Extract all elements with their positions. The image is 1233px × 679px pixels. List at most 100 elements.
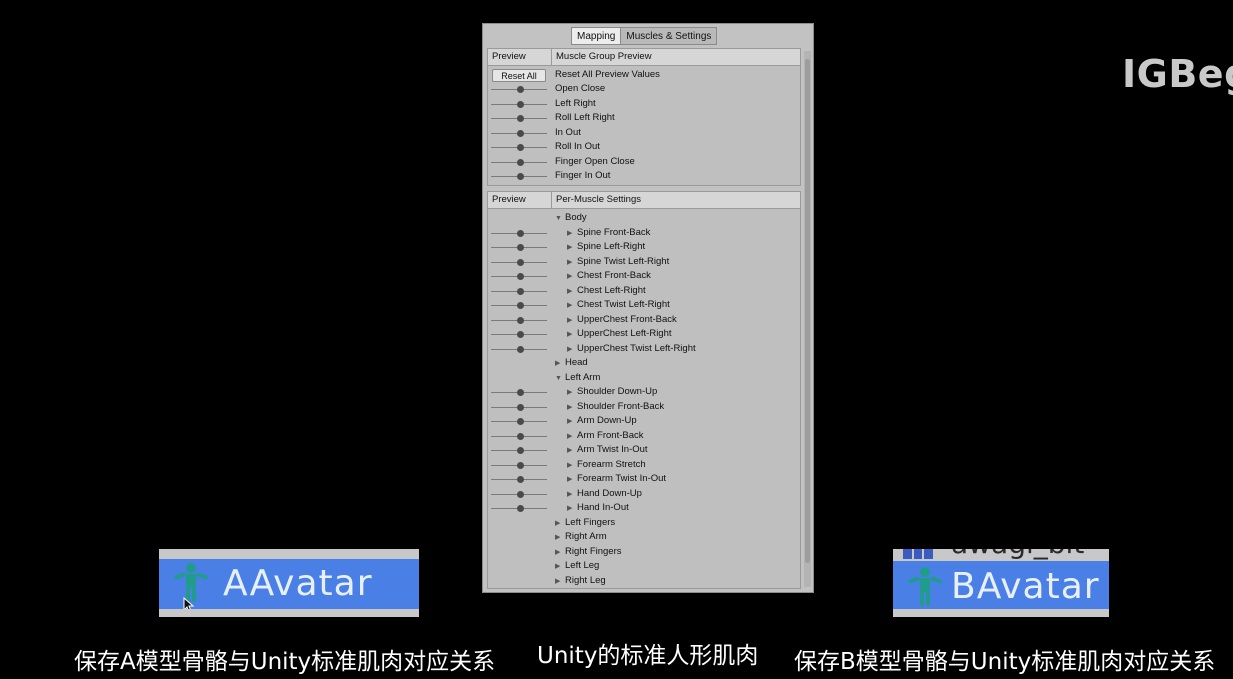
preview-slider[interactable] bbox=[491, 432, 547, 440]
tab-mapping[interactable]: Mapping bbox=[571, 27, 622, 45]
collapsed-arrow-icon[interactable]: ▶ bbox=[555, 357, 565, 371]
muscle-row[interactable]: ▶ Forearm Stretch bbox=[488, 458, 800, 472]
muscle-category-row[interactable]: ▶ Head bbox=[488, 356, 800, 370]
collapsed-arrow-icon[interactable]: ▶ bbox=[567, 459, 577, 473]
expanded-arrow-icon[interactable]: ▼ bbox=[555, 212, 565, 226]
collapsed-arrow-icon[interactable]: ▶ bbox=[567, 473, 577, 487]
preview-slider[interactable] bbox=[491, 389, 547, 396]
preview-slider[interactable] bbox=[491, 115, 547, 122]
preview-slider[interactable] bbox=[491, 345, 547, 353]
muscle-row[interactable]: ▶ Spine Front-Back bbox=[488, 226, 800, 240]
collapsed-arrow-icon[interactable]: ▶ bbox=[555, 531, 565, 545]
slider-handle[interactable] bbox=[517, 287, 524, 295]
slider-handle[interactable] bbox=[517, 316, 524, 324]
muscle-row[interactable]: ▶ Hand In-Out bbox=[488, 501, 800, 515]
muscle-category-row[interactable]: ▶ Right Arm bbox=[488, 530, 800, 544]
slider-handle[interactable] bbox=[517, 144, 524, 151]
slider-handle[interactable] bbox=[517, 505, 524, 512]
preview-slider[interactable] bbox=[491, 100, 547, 108]
collapsed-arrow-icon[interactable]: ▶ bbox=[567, 430, 577, 444]
preview-slider[interactable] bbox=[491, 418, 547, 425]
slider-handle[interactable] bbox=[517, 115, 524, 122]
slider-handle[interactable] bbox=[517, 389, 524, 396]
collapsed-arrow-icon[interactable]: ▶ bbox=[555, 560, 565, 574]
slider-handle[interactable] bbox=[517, 273, 524, 280]
avatar-a-asset[interactable]: AAvatar bbox=[159, 549, 419, 617]
collapsed-arrow-icon[interactable]: ▶ bbox=[567, 343, 577, 357]
muscle-row[interactable]: ▶ UpperChest Left-Right bbox=[488, 327, 800, 341]
collapsed-arrow-icon[interactable]: ▶ bbox=[555, 575, 565, 589]
muscle-row[interactable]: ▶ Chest Front-Back bbox=[488, 269, 800, 283]
collapsed-arrow-icon[interactable]: ▶ bbox=[567, 488, 577, 502]
collapsed-arrow-icon[interactable]: ▶ bbox=[567, 256, 577, 270]
slider-handle[interactable] bbox=[517, 447, 524, 454]
preview-slider[interactable] bbox=[491, 316, 547, 324]
muscle-category-row[interactable]: ▶ Left Fingers bbox=[488, 516, 800, 530]
collapsed-arrow-icon[interactable]: ▶ bbox=[567, 285, 577, 299]
avatar-b-asset[interactable]: awagi_bit BAvatar bbox=[893, 549, 1109, 617]
expanded-arrow-icon[interactable]: ▼ bbox=[555, 372, 565, 386]
muscle-category-row[interactable]: ▼ Body bbox=[488, 211, 800, 225]
reset-all-button[interactable]: Reset All bbox=[492, 69, 546, 82]
slider-handle[interactable] bbox=[517, 158, 524, 166]
collapsed-arrow-icon[interactable]: ▶ bbox=[567, 328, 577, 342]
muscle-row[interactable]: ▶ Chest Twist Left-Right bbox=[488, 298, 800, 312]
slider-handle[interactable] bbox=[517, 418, 524, 425]
collapsed-arrow-icon[interactable]: ▶ bbox=[567, 415, 577, 429]
muscle-row[interactable]: ▶ Forearm Twist In-Out bbox=[488, 472, 800, 486]
slider-handle[interactable] bbox=[517, 244, 524, 251]
slider-handle[interactable] bbox=[517, 302, 524, 309]
preview-slider[interactable] bbox=[491, 403, 547, 411]
preview-slider[interactable] bbox=[491, 461, 547, 469]
slider-handle[interactable] bbox=[517, 345, 524, 353]
collapsed-arrow-icon[interactable]: ▶ bbox=[567, 314, 577, 328]
slider-handle[interactable] bbox=[517, 229, 524, 237]
tab-muscles-settings[interactable]: Muscles & Settings bbox=[621, 27, 718, 45]
preview-slider[interactable] bbox=[491, 129, 547, 137]
preview-slider[interactable] bbox=[491, 331, 547, 338]
muscle-row[interactable]: ▶ Shoulder Down-Up bbox=[488, 385, 800, 399]
muscle-row[interactable]: ▶ Spine Twist Left-Right bbox=[488, 255, 800, 269]
muscle-row[interactable]: ▶ UpperChest Twist Left-Right bbox=[488, 342, 800, 356]
preview-slider[interactable] bbox=[491, 158, 547, 166]
slider-handle[interactable] bbox=[517, 86, 524, 93]
preview-slider[interactable] bbox=[491, 447, 547, 454]
preview-slider[interactable] bbox=[491, 505, 547, 512]
collapsed-arrow-icon[interactable]: ▶ bbox=[567, 270, 577, 284]
collapsed-arrow-icon[interactable]: ▶ bbox=[555, 517, 565, 531]
slider-handle[interactable] bbox=[517, 129, 524, 137]
scrollbar-thumb[interactable] bbox=[805, 59, 810, 563]
slider-handle[interactable] bbox=[517, 173, 524, 180]
muscle-category-row[interactable]: ▶ Right Leg bbox=[488, 574, 800, 588]
collapsed-arrow-icon[interactable]: ▶ bbox=[555, 546, 565, 560]
collapsed-arrow-icon[interactable]: ▶ bbox=[567, 444, 577, 458]
slider-handle[interactable] bbox=[517, 432, 524, 440]
preview-slider[interactable] bbox=[491, 229, 547, 237]
slider-handle[interactable] bbox=[517, 490, 524, 498]
collapsed-arrow-icon[interactable]: ▶ bbox=[567, 299, 577, 313]
muscle-row[interactable]: ▶ Spine Left-Right bbox=[488, 240, 800, 254]
preview-slider[interactable] bbox=[491, 287, 547, 295]
muscle-category-row[interactable]: ▶ Left Leg bbox=[488, 559, 800, 573]
slider-handle[interactable] bbox=[517, 100, 524, 108]
preview-slider[interactable] bbox=[491, 490, 547, 498]
muscle-row[interactable]: ▶ Arm Twist In-Out bbox=[488, 443, 800, 457]
muscle-row[interactable]: ▶ Arm Front-Back bbox=[488, 429, 800, 443]
preview-slider[interactable] bbox=[491, 144, 547, 151]
muscle-row[interactable]: ▶ Chest Left-Right bbox=[488, 284, 800, 298]
slider-handle[interactable] bbox=[517, 258, 524, 266]
slider-handle[interactable] bbox=[517, 461, 524, 469]
muscle-row[interactable]: ▶ Arm Down-Up bbox=[488, 414, 800, 428]
slider-handle[interactable] bbox=[517, 476, 524, 483]
preview-slider[interactable] bbox=[491, 302, 547, 309]
preview-slider[interactable] bbox=[491, 476, 547, 483]
preview-slider[interactable] bbox=[491, 86, 547, 93]
muscle-category-row[interactable]: ▼ Left Arm bbox=[488, 371, 800, 385]
preview-slider[interactable] bbox=[491, 244, 547, 251]
collapsed-arrow-icon[interactable]: ▶ bbox=[567, 401, 577, 415]
muscle-row[interactable]: ▶ UpperChest Front-Back bbox=[488, 313, 800, 327]
preview-slider[interactable] bbox=[491, 258, 547, 266]
scrollbar[interactable] bbox=[804, 51, 811, 587]
collapsed-arrow-icon[interactable]: ▶ bbox=[567, 502, 577, 516]
muscle-row[interactable]: ▶ Hand Down-Up bbox=[488, 487, 800, 501]
